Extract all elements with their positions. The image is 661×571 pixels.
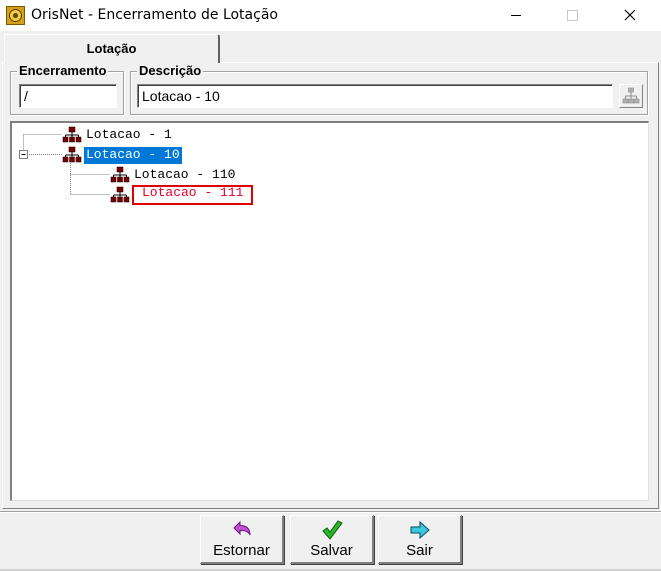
minimize-icon <box>511 15 521 16</box>
org-chart-icon <box>110 186 130 203</box>
sair-button[interactable]: Sair <box>378 515 462 564</box>
org-chart-icon <box>110 166 130 183</box>
undo-arrow-icon <box>232 520 250 536</box>
lotacao-tree[interactable]: Lotacao - 1 Lotacao - 10 Lotacao - 110 L… <box>10 121 649 501</box>
close-button[interactable] <box>607 0 653 31</box>
main-window: OrisNet - Encerramento de Lotação Lotaçã… <box>0 0 661 571</box>
tab-lotacao[interactable]: Lotação <box>4 34 220 63</box>
exit-arrow-icon <box>410 520 430 540</box>
orisnet-app-icon <box>6 6 25 25</box>
tree-connector-lines <box>19 134 110 195</box>
tree-node-label: Lotacao - 1 <box>86 127 172 142</box>
org-chart-icon <box>62 126 82 143</box>
descricao-field[interactable]: Lotacao - 10 <box>137 84 613 108</box>
minimize-button[interactable] <box>493 0 539 31</box>
tree-node-label: Lotacao - 110 <box>134 167 236 182</box>
estornar-label: Estornar <box>213 542 270 559</box>
maximize-icon <box>567 10 578 21</box>
encerramento-group: Encerramento / <box>10 63 124 115</box>
tree-node-label: Lotacao - 10 <box>83 146 183 165</box>
bottom-separator-highlight <box>0 512 661 513</box>
tree-node-label: Lotacao - 111 <box>132 185 254 205</box>
encerramento-label: Encerramento <box>17 63 109 79</box>
hierarchy-lookup-icon <box>622 87 640 104</box>
lookup-button[interactable] <box>619 84 643 108</box>
salvar-label: Salvar <box>310 542 353 559</box>
maximize-button[interactable] <box>549 0 595 31</box>
org-chart-icon <box>62 146 82 163</box>
window-title: OrisNet - Encerramento de Lotação <box>31 7 278 23</box>
encerramento-field[interactable]: / <box>19 84 117 108</box>
title-bar[interactable]: OrisNet - Encerramento de Lotação <box>0 0 661 31</box>
salvar-button[interactable]: Salvar <box>290 515 374 564</box>
sair-label: Sair <box>406 542 433 559</box>
descricao-label: Descrição <box>137 63 204 79</box>
collapse-icon <box>19 150 28 159</box>
checkmark-icon <box>321 520 343 540</box>
descricao-group: Descrição Lotacao - 10 <box>130 63 648 115</box>
close-icon <box>624 9 636 21</box>
estornar-button[interactable]: Estornar <box>200 515 284 564</box>
tab-label: Lotação <box>86 41 137 56</box>
